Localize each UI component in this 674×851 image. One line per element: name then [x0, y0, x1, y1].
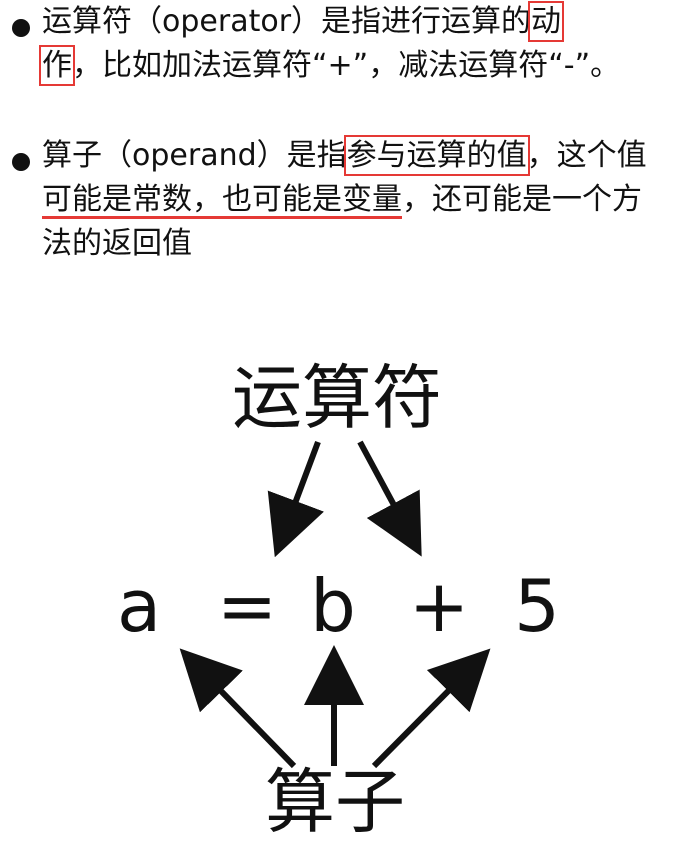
expression-token-5: 5 [514, 564, 560, 648]
highlight-box-text: 参与运算的值 [343, 135, 530, 176]
arrow-operand-to-a [179, 648, 297, 769]
bullet-text-operand-definition: 算子（operand）是指参与运算的值，这个值可能是常数，也可能是变量，还可能是… [42, 134, 652, 266]
arrow-operator-to-equals [267, 440, 324, 558]
expression-token-a: a [116, 564, 162, 648]
highlight-box-text: 动 [528, 1, 565, 42]
arrow-operand-to-5 [371, 648, 491, 769]
expression-token-plus: + [408, 564, 470, 648]
text-segment: ，比如加法运算符“+”，减法运算符“-”。 [72, 48, 621, 83]
highlight-box-text: 作 [39, 45, 75, 86]
expression-token-equals: = [216, 564, 278, 648]
expression-token-b: b [310, 564, 356, 648]
operator-label: 运算符 [232, 357, 442, 439]
underlined-text: 可能是常数，也可能是变量 [42, 182, 402, 217]
operator-operand-diagram: 运算符 a = b + 5 算子 [0, 300, 674, 851]
arrow-operator-to-plus [357, 440, 422, 557]
text-segment: 运算符（operator）是指进行运算的 [42, 4, 532, 39]
text-segment: 算子（operand）是指 [42, 138, 347, 173]
operand-label: 算子 [265, 761, 405, 843]
bullet-dot [12, 19, 30, 37]
text-segment: ，这个值 [526, 138, 647, 173]
bullet-dot [12, 153, 30, 171]
bullet-text-operator-definition: 运算符（operator）是指进行运算的动作，比如加法运算符“+”，减法运算符“… [39, 0, 652, 88]
